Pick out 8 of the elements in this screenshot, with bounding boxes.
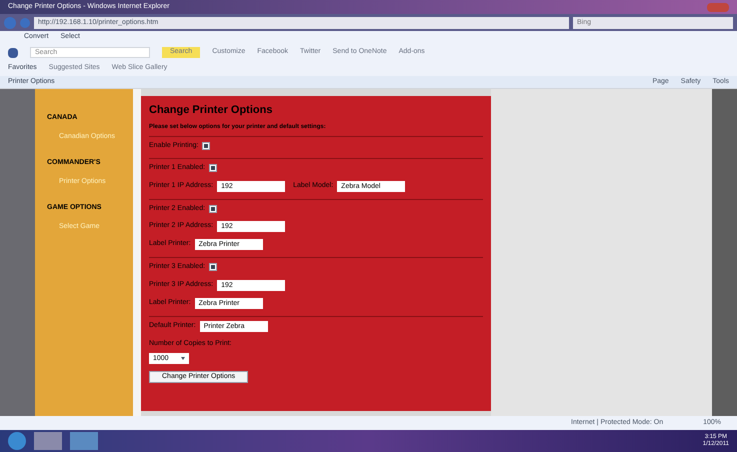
- caret-icon: [181, 357, 185, 360]
- checkbox[interactable]: [202, 142, 210, 150]
- panel-title: Change Printer Options: [149, 103, 274, 118]
- checkbox[interactable]: [209, 263, 218, 272]
- checkbox[interactable]: [209, 164, 218, 172]
- app-icon[interactable]: [8, 48, 18, 58]
- start-button[interactable]: [8, 432, 26, 450]
- checkbox[interactable]: [209, 204, 218, 213]
